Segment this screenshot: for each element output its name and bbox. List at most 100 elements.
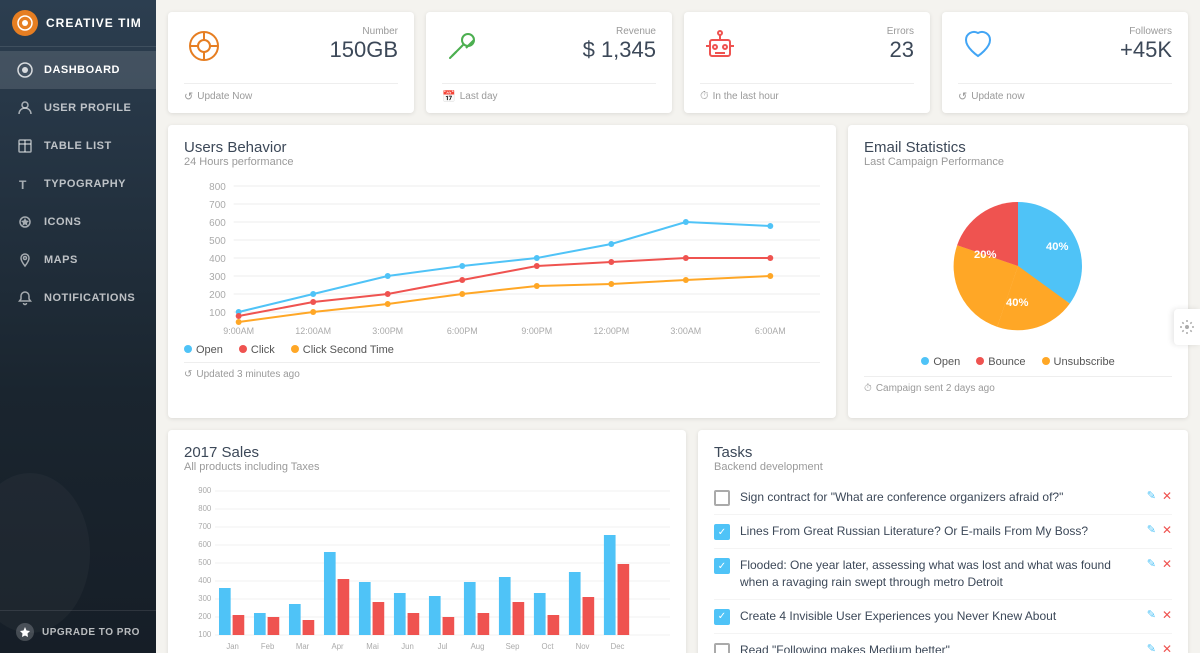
icons-icon bbox=[16, 213, 34, 231]
pie-legend: Open Bounce Unsubscribe bbox=[921, 356, 1114, 368]
task-edit-5[interactable]: ✎ bbox=[1147, 642, 1156, 653]
task-text-2: Lines From Great Russian Literature? Or … bbox=[740, 523, 1137, 540]
svg-text:Jun: Jun bbox=[401, 642, 414, 651]
svg-text:700: 700 bbox=[198, 522, 212, 531]
sidebar-item-dashboard[interactable]: DASHBOARD bbox=[0, 51, 156, 89]
svg-text:T: T bbox=[19, 178, 27, 192]
sidebar-item-table-list[interactable]: TABLE LIST bbox=[0, 127, 156, 165]
svg-text:Dec: Dec bbox=[611, 642, 625, 651]
sidebar-item-maps[interactable]: MAPS bbox=[0, 241, 156, 279]
task-checkbox-2[interactable]: ✓ bbox=[714, 524, 730, 540]
stat-card-number: Number 150GB ↺ Update Now bbox=[168, 12, 414, 113]
stat-value-errors: 23 bbox=[887, 37, 914, 63]
stat-label-errors: Errors bbox=[887, 26, 914, 37]
task-delete-1[interactable]: ✕ bbox=[1162, 489, 1172, 503]
svg-text:Jan: Jan bbox=[226, 642, 239, 651]
task-checkbox-5[interactable] bbox=[714, 643, 730, 653]
upgrade-label: UPGRADE TO PRO bbox=[42, 627, 140, 638]
stat-value-followers: +45K bbox=[1120, 37, 1172, 63]
sidebar-item-notifications[interactable]: NOTIFICATIONS bbox=[0, 279, 156, 317]
svg-text:9:00PM: 9:00PM bbox=[521, 326, 552, 336]
settings-panel[interactable] bbox=[1174, 309, 1200, 345]
email-stats-title: Email Statistics bbox=[864, 139, 1172, 156]
svg-text:Nov: Nov bbox=[576, 642, 590, 651]
users-behavior-title: Users Behavior bbox=[184, 139, 820, 156]
stat-label-followers: Followers bbox=[1120, 26, 1172, 37]
svg-text:Sep: Sep bbox=[506, 642, 520, 651]
bottom-row: 2017 Sales All products including Taxes … bbox=[168, 430, 1188, 653]
dashboard-label: DASHBOARD bbox=[44, 64, 120, 76]
task-item: Sign contract for "What are conference o… bbox=[714, 481, 1172, 515]
task-text-4: Create 4 Invisible User Experiences you … bbox=[740, 608, 1137, 625]
svg-text:20%: 20% bbox=[974, 249, 996, 261]
svg-text:3:00AM: 3:00AM bbox=[670, 326, 701, 336]
line-chart-legend: Open Click Click Second Time bbox=[184, 344, 820, 356]
sidebar-item-user-profile[interactable]: USER PROFILE bbox=[0, 89, 156, 127]
maps-icon bbox=[16, 251, 34, 269]
svg-text:200: 200 bbox=[209, 290, 226, 301]
typography-icon: T bbox=[16, 175, 34, 193]
svg-text:40%: 40% bbox=[1046, 241, 1068, 253]
task-edit-1[interactable]: ✎ bbox=[1147, 489, 1156, 503]
task-checkbox-4[interactable]: ✓ bbox=[714, 609, 730, 625]
stats-row: Number 150GB ↺ Update Now bbox=[168, 12, 1188, 113]
sidebar-logo[interactable]: CREATIVE TIM bbox=[0, 0, 156, 47]
task-text-5: Read "Following makes Medium better" bbox=[740, 642, 1137, 653]
svg-text:40%: 40% bbox=[1006, 297, 1028, 309]
svg-text:100: 100 bbox=[209, 308, 226, 319]
robot-icon bbox=[700, 26, 740, 73]
task-delete-3[interactable]: ✕ bbox=[1162, 557, 1172, 571]
svg-text:Apr: Apr bbox=[332, 642, 344, 651]
task-edit-2[interactable]: ✎ bbox=[1147, 523, 1156, 537]
svg-text:300: 300 bbox=[209, 272, 226, 283]
task-text-3: Flooded: One year later, assessing what … bbox=[740, 557, 1137, 591]
svg-text:Mai: Mai bbox=[366, 642, 379, 651]
icons-label: ICONS bbox=[44, 216, 81, 228]
stat-card-errors: Errors 23 ⏱ In the last hour bbox=[684, 12, 930, 113]
tasks-subtitle: Backend development bbox=[714, 461, 1172, 473]
stat-card-revenue: Revenue $ 1,345 📅 Last day bbox=[426, 12, 672, 113]
upgrade-button[interactable]: UPGRADE TO PRO bbox=[0, 610, 156, 653]
pie-container: 40% 40% 20% Open Bounce Unsubscribe ⏱Cam… bbox=[864, 176, 1172, 404]
email-stats-footer: ⏱Campaign sent 2 days ago bbox=[864, 376, 1172, 394]
task-edit-3[interactable]: ✎ bbox=[1147, 557, 1156, 571]
svg-text:500: 500 bbox=[198, 558, 212, 567]
svg-text:800: 800 bbox=[209, 182, 226, 193]
dashboard-icon bbox=[16, 61, 34, 79]
svg-text:400: 400 bbox=[198, 576, 212, 585]
task-edit-4[interactable]: ✎ bbox=[1147, 608, 1156, 622]
svg-text:600: 600 bbox=[198, 540, 212, 549]
sidebar-item-icons[interactable]: ICONS bbox=[0, 203, 156, 241]
task-checkbox-3[interactable]: ✓ bbox=[714, 558, 730, 574]
svg-text:12:00PM: 12:00PM bbox=[593, 326, 629, 336]
stat-value-revenue: $ 1,345 bbox=[583, 37, 656, 63]
task-text-1: Sign contract for "What are conference o… bbox=[740, 489, 1137, 506]
bar-chart: 900 800 700 600 500 400 300 200 100 bbox=[184, 481, 670, 641]
svg-text:Feb: Feb bbox=[261, 642, 275, 651]
stat-card-followers: Followers +45K ↺ Update now bbox=[942, 12, 1188, 113]
svg-text:12:00AM: 12:00AM bbox=[295, 326, 331, 336]
sidebar-item-typography[interactable]: T TYPOGRAPHY bbox=[0, 165, 156, 203]
sales-subtitle: All products including Taxes bbox=[184, 461, 670, 473]
stat-footer-revenue: 📅 Last day bbox=[442, 83, 656, 103]
svg-text:Jul: Jul bbox=[438, 642, 448, 651]
users-behavior-subtitle: 24 Hours performance bbox=[184, 156, 820, 168]
task-checkbox-1[interactable] bbox=[714, 490, 730, 506]
svg-text:300: 300 bbox=[198, 594, 212, 603]
line-chart: 800 700 600 500 400 300 200 100 bbox=[184, 176, 820, 336]
disk-icon bbox=[184, 26, 224, 73]
task-delete-4[interactable]: ✕ bbox=[1162, 608, 1172, 622]
task-delete-5[interactable]: ✕ bbox=[1162, 642, 1172, 653]
pie-legend-bounce: Bounce bbox=[988, 356, 1025, 368]
legend-open: Open bbox=[196, 344, 223, 356]
svg-text:800: 800 bbox=[198, 504, 212, 513]
stat-value-number: 150GB bbox=[330, 37, 399, 63]
logo-icon bbox=[12, 10, 38, 36]
task-item: Read "Following makes Medium better" ✎ ✕ bbox=[714, 634, 1172, 653]
tasks-title: Tasks bbox=[714, 444, 1172, 461]
sales-title: 2017 Sales bbox=[184, 444, 670, 461]
svg-text:600: 600 bbox=[209, 218, 226, 229]
table-icon bbox=[16, 137, 34, 155]
heart-icon bbox=[958, 26, 998, 73]
task-delete-2[interactable]: ✕ bbox=[1162, 523, 1172, 537]
